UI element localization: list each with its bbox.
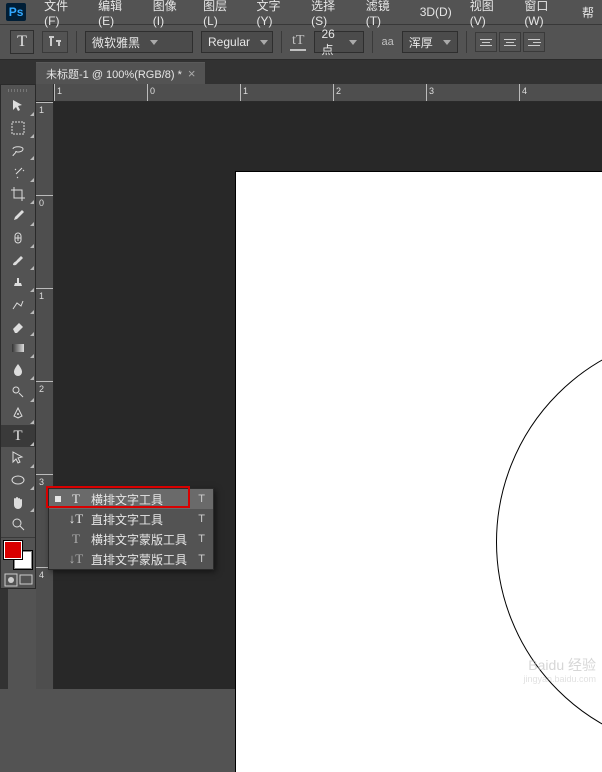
crop-tool[interactable] bbox=[1, 183, 35, 205]
menu-edit[interactable]: 编辑(E) bbox=[90, 0, 143, 30]
menu-select[interactable]: 选择(S) bbox=[303, 0, 356, 30]
hand-tool[interactable] bbox=[1, 491, 35, 513]
ruler-origin[interactable] bbox=[36, 84, 54, 102]
flyout-label: 横排文字蒙版工具 bbox=[91, 531, 187, 548]
align-right-button[interactable] bbox=[523, 32, 545, 52]
zoom-tool[interactable] bbox=[1, 513, 35, 535]
brush-tool[interactable] bbox=[1, 249, 35, 271]
font-style-value: Regular bbox=[208, 35, 250, 49]
document-tab[interactable]: 未标题-1 @ 100%(RGB/8) * × bbox=[36, 62, 205, 84]
separator bbox=[1, 537, 35, 538]
menu-3d[interactable]: 3D(D) bbox=[412, 3, 460, 21]
font-family-dropdown[interactable]: 微软雅黑 bbox=[85, 31, 193, 53]
type-tool[interactable]: T bbox=[1, 425, 35, 447]
font-style-dropdown[interactable]: Regular bbox=[201, 31, 273, 53]
chevron-down-icon bbox=[260, 40, 268, 45]
antialias-dropdown[interactable]: 浑厚 bbox=[402, 31, 458, 53]
selected-dot-icon bbox=[55, 496, 61, 502]
vertical-type-icon: ↓T bbox=[69, 511, 83, 527]
separator bbox=[372, 31, 373, 53]
font-size-dropdown[interactable]: 26 点 bbox=[314, 31, 364, 53]
quickmask-button[interactable] bbox=[3, 572, 18, 588]
flyout-shortcut: T bbox=[198, 513, 205, 525]
lasso-tool[interactable] bbox=[1, 139, 35, 161]
flyout-label: 直排文字工具 bbox=[91, 511, 163, 528]
chevron-down-icon bbox=[349, 40, 357, 45]
flyout-shortcut: T bbox=[198, 553, 205, 565]
dodge-tool[interactable] bbox=[1, 381, 35, 403]
font-family-value: 微软雅黑 bbox=[92, 34, 140, 51]
blur-tool[interactable] bbox=[1, 359, 35, 381]
type-glyph-icon: T bbox=[17, 33, 27, 51]
tool-preset-picker[interactable]: T bbox=[10, 30, 34, 54]
flyout-label: 直排文字蒙版工具 bbox=[91, 551, 187, 568]
color-swatches[interactable] bbox=[4, 541, 32, 569]
chevron-down-icon bbox=[150, 40, 158, 45]
toolbox: T bbox=[0, 84, 36, 589]
gradient-tool[interactable] bbox=[1, 337, 35, 359]
antialias-value: 浑厚 bbox=[409, 34, 433, 51]
document-tab-bar: 未标题-1 @ 100%(RGB/8) * × bbox=[0, 60, 602, 84]
path-selection-tool[interactable] bbox=[1, 447, 35, 469]
menu-image[interactable]: 图像(I) bbox=[145, 0, 193, 30]
shape-tool[interactable] bbox=[1, 469, 35, 491]
flyout-label: 横排文字工具 bbox=[91, 491, 163, 508]
font-size-value: 26 点 bbox=[321, 27, 339, 58]
type-icon: T bbox=[69, 491, 83, 507]
menu-bar: Ps 文件(F) 编辑(E) 图像(I) 图层(L) 文字(Y) 选择(S) 滤… bbox=[0, 0, 602, 24]
marquee-tool[interactable] bbox=[1, 117, 35, 139]
clone-stamp-tool[interactable] bbox=[1, 271, 35, 293]
menu-view[interactable]: 视图(V) bbox=[462, 0, 515, 30]
chevron-down-icon bbox=[443, 40, 451, 45]
orientation-icon bbox=[47, 34, 63, 50]
move-tool[interactable] bbox=[1, 95, 35, 117]
screenmode-button[interactable] bbox=[18, 572, 33, 588]
document-canvas[interactable] bbox=[236, 172, 602, 772]
eyedropper-tool[interactable] bbox=[1, 205, 35, 227]
menu-layer[interactable]: 图层(L) bbox=[195, 0, 246, 30]
antialias-icon: aa bbox=[381, 36, 393, 48]
ellipse-path[interactable] bbox=[496, 332, 602, 752]
separator bbox=[281, 31, 282, 53]
toolbox-grip[interactable] bbox=[1, 85, 35, 95]
flyout-vertical-type[interactable]: ↓T 直排文字工具 T bbox=[49, 509, 213, 529]
foreground-color-swatch[interactable] bbox=[4, 541, 22, 559]
menu-file[interactable]: 文件(F) bbox=[36, 0, 88, 30]
font-size-icon: tT bbox=[290, 33, 306, 51]
canvas-area: 1 0 1 2 3 4 5 1 0 1 2 3 4 bbox=[36, 84, 602, 689]
menu-help[interactable]: 帮 bbox=[574, 2, 602, 23]
close-icon[interactable]: × bbox=[188, 66, 196, 81]
separator bbox=[466, 31, 467, 53]
type-mask-icon: T bbox=[69, 531, 83, 547]
menu-type[interactable]: 文字(Y) bbox=[248, 0, 301, 30]
app-logo: Ps bbox=[6, 3, 26, 21]
type-tool-flyout: T 横排文字工具 T ↓T 直排文字工具 T T 横排文字蒙版工具 T ↓T 直… bbox=[48, 488, 214, 570]
align-left-button[interactable] bbox=[475, 32, 497, 52]
menu-window[interactable]: 窗口(W) bbox=[516, 0, 572, 30]
magic-wand-tool[interactable] bbox=[1, 161, 35, 183]
separator bbox=[76, 31, 77, 53]
document-tab-title: 未标题-1 @ 100%(RGB/8) * bbox=[46, 66, 182, 82]
menu-filter[interactable]: 滤镜(T) bbox=[358, 0, 410, 30]
healing-brush-tool[interactable] bbox=[1, 227, 35, 249]
vertical-ruler[interactable]: 1 0 1 2 3 4 bbox=[36, 102, 54, 689]
vertical-type-mask-icon: ↓T bbox=[69, 551, 83, 567]
flyout-shortcut: T bbox=[198, 533, 205, 545]
flyout-vertical-type-mask[interactable]: ↓T 直排文字蒙版工具 T bbox=[49, 549, 213, 569]
eraser-tool[interactable] bbox=[1, 315, 35, 337]
flyout-shortcut: T bbox=[198, 493, 205, 505]
horizontal-ruler[interactable]: 1 0 1 2 3 4 5 bbox=[54, 84, 602, 102]
pen-tool[interactable] bbox=[1, 403, 35, 425]
toggle-orientation-button[interactable] bbox=[42, 31, 68, 53]
flyout-horizontal-type[interactable]: T 横排文字工具 T bbox=[49, 489, 213, 509]
flyout-horizontal-type-mask[interactable]: T 横排文字蒙版工具 T bbox=[49, 529, 213, 549]
text-align-group bbox=[475, 32, 545, 52]
history-brush-tool[interactable] bbox=[1, 293, 35, 315]
align-center-button[interactable] bbox=[499, 32, 521, 52]
